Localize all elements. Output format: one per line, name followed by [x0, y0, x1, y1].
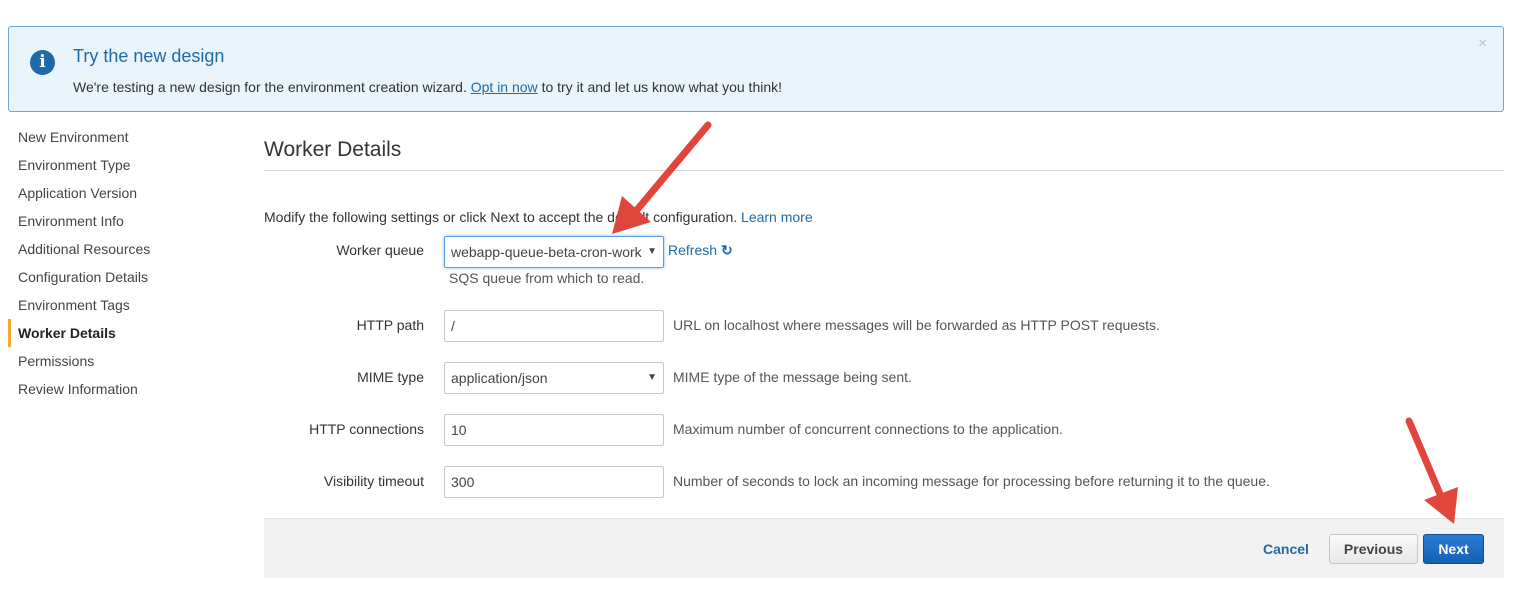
page-title: Worker Details: [264, 138, 402, 161]
banner-text: We're testing a new design for the envir…: [73, 79, 782, 95]
refresh-button[interactable]: Refresh ↻: [668, 242, 733, 259]
visibility-timeout-input[interactable]: 300: [444, 466, 664, 498]
sidebar-item-configuration-details[interactable]: Configuration Details: [8, 263, 228, 291]
intro-text: Modify the following settings or click N…: [264, 209, 813, 225]
refresh-icon: ↻: [721, 242, 733, 258]
sidebar-item-new-environment[interactable]: New Environment: [8, 123, 228, 151]
banner-title: Try the new design: [73, 46, 225, 66]
close-icon[interactable]: ×: [1478, 35, 1487, 52]
refresh-label: Refresh: [668, 242, 718, 258]
wizard-footer: [264, 518, 1504, 578]
wizard-steps-nav: New Environment Environment Type Applica…: [8, 123, 228, 403]
worker-queue-help: SQS queue from which to read.: [449, 270, 645, 286]
sidebar-item-review-information[interactable]: Review Information: [8, 375, 228, 403]
banner-text-after: to try it and let us know what you think…: [541, 79, 783, 95]
previous-button[interactable]: Previous: [1329, 534, 1418, 564]
info-icon: i: [30, 50, 55, 75]
worker-queue-value: webapp-queue-beta-cron-work: [451, 244, 642, 260]
info-banner: i Try the new design We're testing a new…: [8, 26, 1504, 112]
intro-sentence: Modify the following settings or click N…: [264, 209, 738, 225]
title-divider: [264, 170, 1504, 171]
arrow-to-next-button: [1405, 417, 1458, 524]
worker-queue-select[interactable]: webapp-queue-beta-cron-work ▼: [444, 236, 664, 268]
sidebar-item-application-version[interactable]: Application Version: [8, 179, 228, 207]
sidebar-item-environment-tags[interactable]: Environment Tags: [8, 291, 228, 319]
worker-queue-label: Worker queue: [336, 242, 424, 258]
sidebar-item-permissions[interactable]: Permissions: [8, 347, 228, 375]
http-path-label: HTTP path: [356, 317, 424, 333]
mime-type-select[interactable]: application/json ▼: [444, 362, 664, 394]
sidebar-item-environment-type[interactable]: Environment Type: [8, 151, 228, 179]
banner-text-before: We're testing a new design for the envir…: [73, 79, 467, 95]
http-path-help: URL on localhost where messages will be …: [673, 317, 1160, 333]
dropdown-caret-icon: ▼: [647, 246, 657, 257]
http-connections-input[interactable]: 10: [444, 414, 664, 446]
visibility-timeout-label: Visibility timeout: [323, 473, 424, 489]
http-connections-label: HTTP connections: [309, 421, 424, 437]
http-path-input[interactable]: /: [444, 310, 664, 342]
sidebar-item-environment-info[interactable]: Environment Info: [8, 207, 228, 235]
next-button[interactable]: Next: [1423, 534, 1484, 564]
opt-in-link[interactable]: Opt in now: [471, 79, 538, 95]
mime-type-value: application/json: [451, 370, 548, 386]
sidebar-item-worker-details[interactable]: Worker Details: [8, 319, 228, 347]
visibility-timeout-help: Number of seconds to lock an incoming me…: [673, 473, 1270, 489]
sidebar-item-additional-resources[interactable]: Additional Resources: [8, 235, 228, 263]
dropdown-caret-icon: ▼: [647, 372, 657, 383]
mime-type-label: MIME type: [357, 369, 424, 385]
learn-more-link[interactable]: Learn more: [741, 209, 813, 225]
cancel-button[interactable]: Cancel: [1263, 541, 1309, 557]
http-connections-help: Maximum number of concurrent connections…: [673, 421, 1063, 437]
mime-type-help: MIME type of the message being sent.: [673, 369, 912, 385]
